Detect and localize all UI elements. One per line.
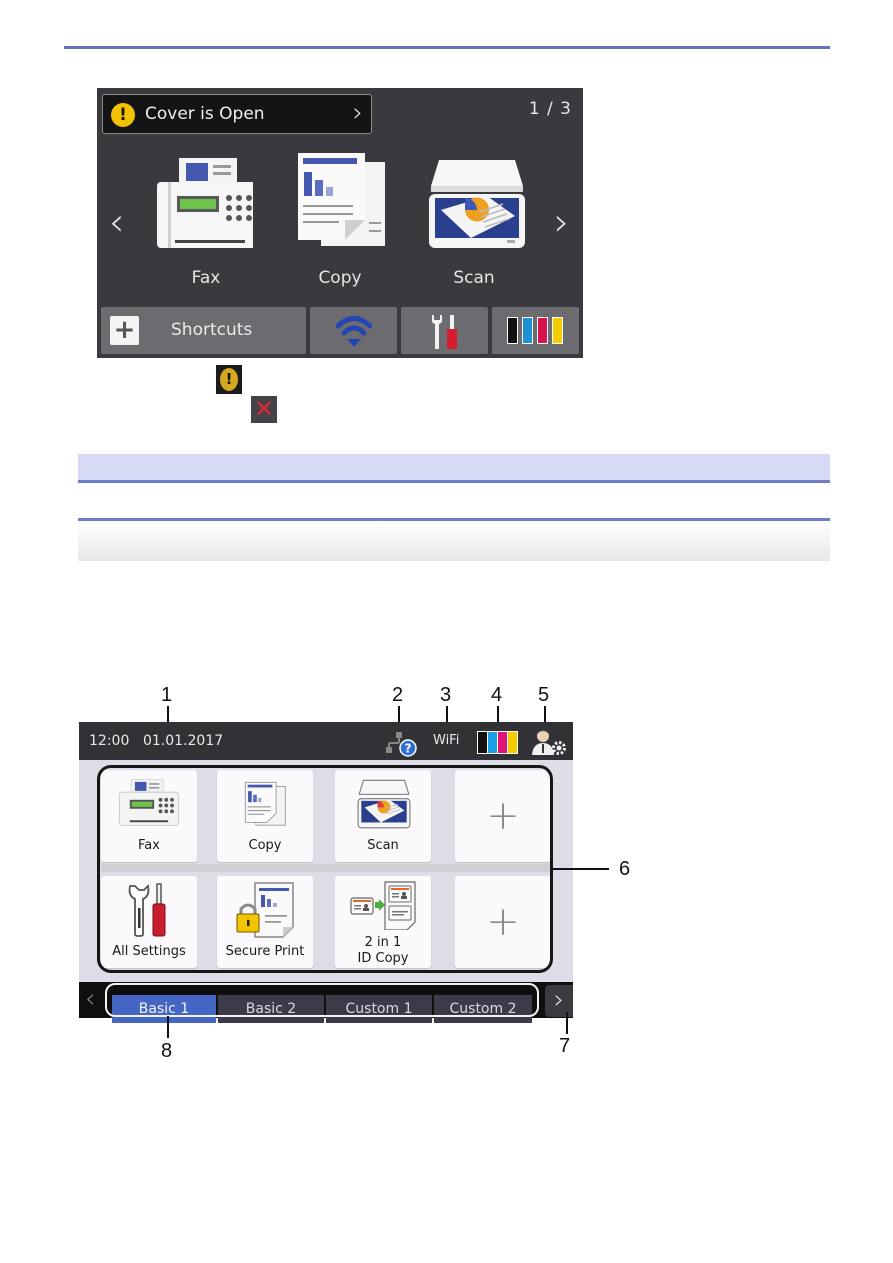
status-bar: 12:00 01.01.2017 ? WiFi — [79, 722, 573, 760]
callout-7-leader — [566, 1012, 568, 1034]
svg-text:?: ? — [405, 742, 412, 756]
callout-5: 5 — [538, 684, 550, 706]
ink-yellow — [507, 731, 518, 754]
settings-button[interactable] — [401, 307, 488, 354]
callout-8-leader — [167, 1016, 169, 1038]
page-counter: 1 / 3 — [528, 99, 572, 119]
fax-button[interactable] — [153, 150, 257, 250]
ink-status-icon[interactable] — [477, 731, 518, 754]
plus-icon: + — [110, 316, 139, 345]
section-header-band — [78, 454, 830, 480]
callout-6: 6 — [619, 858, 631, 880]
callout-2: 2 — [392, 684, 404, 706]
shortcut-area-outline — [97, 765, 553, 973]
wifi-status[interactable]: WiFi — [433, 722, 459, 760]
scan-button[interactable] — [427, 152, 527, 252]
fax-icon — [157, 158, 257, 248]
warning-icon: ! — [111, 103, 135, 127]
ink-magenta — [537, 317, 548, 344]
ink-cyan — [522, 317, 533, 344]
chevron-right-icon: › — [352, 98, 363, 128]
wired-lan-status-icon[interactable]: ? — [383, 730, 423, 758]
ink-black — [507, 317, 518, 344]
ink-yellow — [552, 317, 563, 344]
error-message: Cover is Open — [145, 104, 265, 124]
prev-page-arrow[interactable]: ‹ — [109, 203, 124, 241]
subsection-header — [78, 521, 830, 561]
scan-icon — [429, 160, 525, 248]
callout-7: 7 — [559, 1035, 571, 1057]
warning-icon-small: ! — [216, 365, 242, 394]
section-header-rule — [78, 480, 830, 483]
settings-icon — [432, 315, 457, 349]
scan-label: Scan — [453, 268, 495, 288]
callout-3: 3 — [440, 684, 452, 706]
callout-8: 8 — [161, 1040, 173, 1062]
admin-settings-button[interactable] — [531, 728, 567, 756]
callout-6-leader — [553, 868, 609, 870]
header-rule — [64, 46, 830, 49]
network-icon: ? — [386, 732, 417, 757]
fax-label: Fax — [191, 268, 221, 288]
callout-4: 4 — [491, 684, 503, 706]
tab-prev-arrow[interactable]: ‹ — [85, 986, 95, 1012]
callout-1: 1 — [161, 684, 173, 706]
clock: 12:00 — [89, 733, 130, 749]
tab-next-arrow[interactable]: › — [545, 985, 573, 1017]
home-screen-with-error: ! Cover is Open › 1 / 3 ‹ › Fax Copy Sca… — [97, 88, 583, 358]
copy-icon — [298, 153, 385, 246]
admin-settings-icon — [532, 729, 566, 755]
copy-label: Copy — [318, 268, 362, 288]
ink-level-button[interactable] — [492, 307, 579, 354]
error-message-bar[interactable]: ! Cover is Open › — [102, 94, 372, 134]
shortcuts-label: Shortcuts — [171, 320, 253, 340]
wifi-icon — [336, 316, 372, 347]
shortcuts-button[interactable]: + Shortcuts — [101, 307, 306, 354]
tab-area-outline — [105, 983, 539, 1017]
date: 01.01.2017 — [143, 733, 224, 749]
copy-button[interactable] — [293, 150, 393, 250]
error-icon-small: ✕ — [251, 396, 277, 423]
next-page-arrow[interactable]: › — [554, 203, 569, 241]
wifi-button[interactable] — [310, 307, 397, 354]
